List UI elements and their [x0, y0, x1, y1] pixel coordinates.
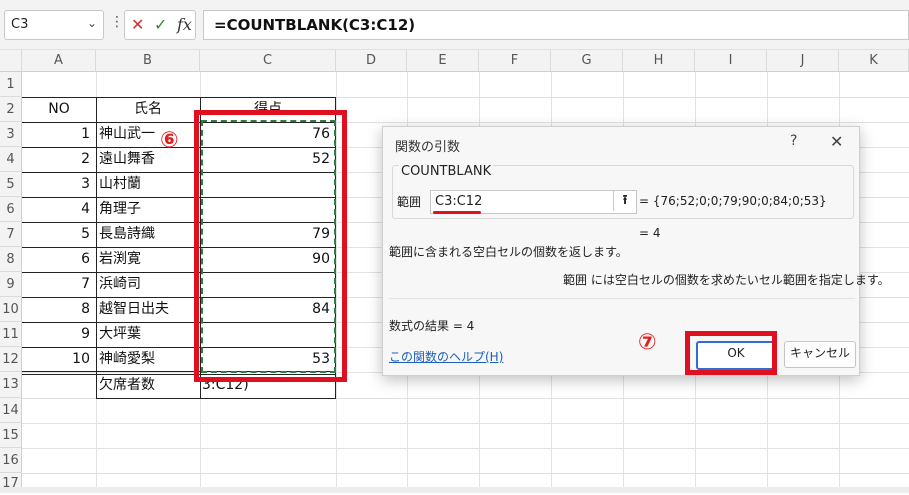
row-header-10[interactable]: 10	[0, 297, 22, 322]
cell-no[interactable]: 8	[22, 297, 96, 322]
insert-function-icon[interactable]: fx	[177, 15, 192, 34]
col-header-e[interactable]: E	[407, 50, 479, 72]
cell-name[interactable]: 神崎愛梨	[99, 347, 199, 372]
row-header-8[interactable]: 8	[0, 247, 22, 272]
cell-no[interactable]: 3	[22, 172, 96, 197]
function-help-link[interactable]: この関数のヘルプ(H)	[389, 348, 503, 365]
row-header-5[interactable]: 5	[0, 172, 22, 197]
ok-highlight-box	[685, 331, 777, 375]
col-header-b[interactable]: B	[96, 50, 200, 72]
row-header-11[interactable]: 11	[0, 322, 22, 347]
row-header-6[interactable]: 6	[0, 197, 22, 222]
cell-no[interactable]: 5	[22, 222, 96, 247]
col-header-k[interactable]: K	[839, 50, 909, 72]
col-header-j[interactable]: J	[767, 50, 839, 72]
cell-no[interactable]: 1	[22, 122, 96, 147]
name-box-value: C3	[11, 17, 29, 32]
row-header-16[interactable]: 16	[0, 448, 22, 473]
formula-buttons: ✕ ✓ fx	[124, 10, 196, 40]
cell-no[interactable]: 10	[22, 347, 96, 372]
more-options-icon[interactable]: ⋮	[110, 14, 124, 30]
col-header-h[interactable]: H	[623, 50, 695, 72]
step-7-marker: ⑦	[638, 330, 657, 355]
range-evaluated-value: = {76;52;0;0;79;90;0;84;0;53}	[639, 194, 827, 208]
col-header-f[interactable]: F	[479, 50, 551, 72]
gridline	[22, 448, 909, 449]
cancel-button[interactable]: キャンセル	[784, 341, 856, 368]
col-header-a[interactable]: A	[22, 50, 96, 72]
help-icon[interactable]: ?	[790, 133, 797, 149]
row-header-2[interactable]: 2	[0, 97, 22, 122]
row-header-12[interactable]: 12	[0, 347, 22, 372]
header-name[interactable]: 氏名	[96, 97, 200, 122]
cell-no[interactable]: 2	[22, 147, 96, 172]
cell-name[interactable]: 遠山舞香	[99, 147, 199, 172]
row-header-15[interactable]: 15	[0, 423, 22, 448]
range-label: 範囲	[397, 195, 422, 209]
name-box[interactable]: C3 ⌄	[4, 10, 104, 40]
cell-name[interactable]: 神山武一	[99, 122, 199, 147]
cell-name[interactable]: 角理子	[99, 197, 199, 222]
cell-name[interactable]: 大坪葉	[99, 322, 199, 347]
row-header-14[interactable]: 14	[0, 398, 22, 423]
row-header-9[interactable]: 9	[0, 272, 22, 297]
dialog-divider	[389, 298, 855, 299]
row-header-7[interactable]: 7	[0, 222, 22, 247]
formula-result: 数式の結果 = 4	[389, 319, 475, 333]
cell-no[interactable]: 4	[22, 197, 96, 222]
row-header-4[interactable]: 4	[0, 147, 22, 172]
row-header-1[interactable]: 1	[0, 72, 22, 97]
cell-name[interactable]: 浜崎司	[99, 272, 199, 297]
function-arguments-dialog: 関数の引数 ? ✕ COUNTBLANK 範囲 C3:C12 ⭱ = {76;5…	[382, 126, 890, 376]
cell-no[interactable]: 6	[22, 247, 96, 272]
absent-label[interactable]: 欠席者数	[99, 373, 199, 398]
cell-no[interactable]: 7	[22, 272, 96, 297]
col-header-c[interactable]: C	[200, 50, 336, 72]
formula-text: =COUNTBLANK(C3:C12)	[214, 16, 416, 34]
cell-name[interactable]: 岩渕寛	[99, 247, 199, 272]
collapse-dialog-icon[interactable]: ⭱	[613, 191, 636, 211]
row-header-3[interactable]: 3	[0, 122, 22, 147]
function-description: 範囲に含まれる空白セルの個数を返します。	[389, 245, 628, 259]
range-input-value: C3:C12	[435, 194, 483, 209]
step-6-marker: ⑥	[160, 128, 179, 153]
argument-description: 範囲 には空白セルの個数を求めたいセル範囲を指定します。	[563, 273, 890, 287]
gridline	[22, 423, 909, 424]
cancel-icon[interactable]: ✕	[131, 15, 144, 34]
cell-name[interactable]: 長島詩織	[99, 222, 199, 247]
col-header-d[interactable]: D	[336, 50, 407, 72]
table-border	[96, 398, 336, 399]
function-result-preview: = 4	[639, 226, 661, 240]
gridline	[22, 473, 909, 474]
row-header-13[interactable]: 13	[0, 372, 22, 398]
cell-name[interactable]: 越智日出夫	[99, 297, 199, 322]
formula-input[interactable]: =COUNTBLANK(C3:C12)	[203, 10, 909, 40]
function-name: COUNTBLANK	[399, 164, 494, 179]
header-no[interactable]: NO	[22, 97, 96, 122]
range-highlight-box	[194, 110, 347, 382]
col-header-g[interactable]: G	[551, 50, 623, 72]
chevron-down-icon[interactable]: ⌄	[87, 16, 97, 30]
dialog-title: 関数の引数	[395, 140, 461, 155]
horizontal-scrollbar[interactable]	[0, 487, 909, 493]
enter-icon[interactable]: ✓	[154, 15, 167, 34]
range-underline-annotation	[433, 211, 481, 214]
col-header-i[interactable]: I	[695, 50, 767, 72]
cell-no[interactable]: 9	[22, 322, 96, 347]
close-icon[interactable]: ✕	[830, 132, 843, 151]
table-border	[96, 97, 97, 399]
select-all-corner[interactable]	[0, 50, 22, 72]
cell-name[interactable]: 山村蘭	[99, 172, 199, 197]
